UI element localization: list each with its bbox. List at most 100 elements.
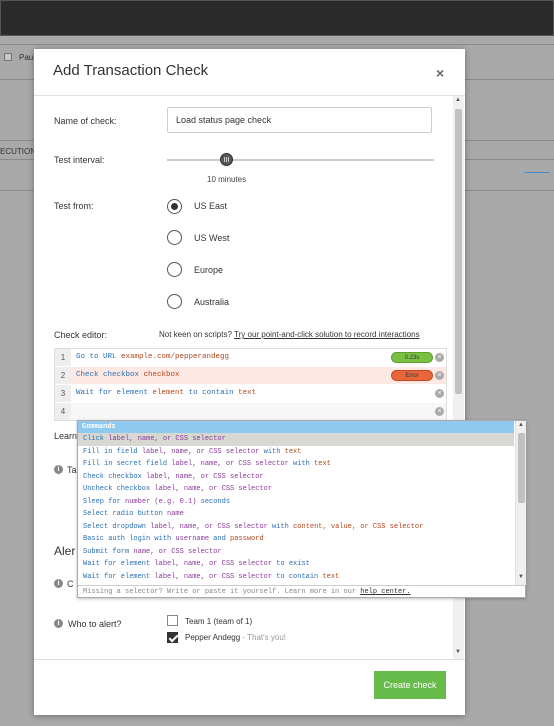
editor-line[interactable]: 1 Go to URL example.com/pepperandegg 0.2…: [55, 349, 446, 366]
autocomplete-item-command: Fill in secret field: [83, 460, 168, 468]
editor-line[interactable]: 2 Check checkbox checkbox Error ×: [55, 367, 446, 384]
remove-line-icon[interactable]: ×: [435, 371, 444, 380]
scroll-down-arrow-icon[interactable]: ▼: [455, 649, 461, 655]
autocomplete-item-arguments: label, name, or CSS selector: [154, 485, 273, 493]
close-icon[interactable]: ×: [436, 65, 444, 81]
line-number: 4: [55, 403, 71, 420]
autocomplete-item-command: Sleep for: [83, 497, 121, 506]
autocomplete-item-arguments: label, name, or CSS selector: [154, 572, 273, 581]
user-name: Pepper Andegg: [185, 633, 241, 642]
autocomplete-item-command: Submit form: [83, 547, 130, 556]
autocomplete-item-arguments: label, name, or CSS selector: [171, 460, 289, 468]
autocomplete-item-arguments: name, or CSS selector: [133, 547, 222, 556]
editor-note-text: Not keen on scripts?: [159, 330, 232, 339]
autocomplete-item-arguments: label, name, or CSS selector: [154, 560, 273, 568]
remove-line-icon[interactable]: ×: [435, 407, 444, 416]
autocomplete-item[interactable]: Fill in secret field label, name, or CSS…: [78, 458, 514, 471]
radio-us-west[interactable]: [167, 230, 182, 245]
line-number: 3: [55, 385, 71, 402]
check-script-editor[interactable]: 1 Go to URL example.com/pepperandegg 0.2…: [54, 348, 447, 421]
autocomplete-item-connector: seconds: [200, 497, 231, 506]
team-checkbox[interactable]: [167, 615, 178, 626]
scroll-down-arrow-icon[interactable]: ▼: [518, 574, 524, 580]
line-code[interactable]: Check checkbox checkbox: [76, 371, 180, 379]
autocomplete-item[interactable]: Wait for element label, name, or CSS sel…: [78, 558, 514, 571]
autocomplete-item-command: Wait for element: [83, 560, 151, 568]
autocomplete-header: Commands: [78, 421, 514, 433]
autocomplete-item-arguments: label, name, or CSS selector: [141, 447, 260, 456]
autocomplete-item[interactable]: Sleep for number (e.g. 0.1) seconds: [78, 496, 514, 509]
help-center-link[interactable]: help center.: [360, 588, 410, 596]
line-code[interactable]: Go to URL example.com/pepperandegg: [76, 353, 229, 361]
autocomplete-item[interactable]: Click label, name, or CSS selector: [78, 433, 514, 446]
autocomplete-item-argument: content, value, or CSS selector: [293, 522, 424, 531]
remove-line-icon[interactable]: ×: [435, 389, 444, 398]
point-and-click-link[interactable]: Try our point-and-click solution to reco…: [234, 330, 420, 339]
modal-title: Add Transaction Check: [53, 62, 209, 79]
autocomplete-item-argument: text: [314, 460, 331, 468]
autocomplete-item[interactable]: Check checkbox label, name, or CSS selec…: [78, 471, 514, 484]
autocomplete-item-command: Uncheck checkbox: [83, 485, 151, 493]
line-connector: to contain: [188, 389, 234, 397]
commands-autocomplete-dropdown: Commands Click label, name, or CSS selec…: [77, 420, 526, 598]
scroll-up-arrow-icon[interactable]: ▲: [518, 422, 524, 428]
line-command: Check checkbox: [76, 371, 140, 379]
footer-divider: [34, 659, 465, 660]
line-code[interactable]: Wait for element element to contain text: [76, 389, 256, 397]
editor-line-current[interactable]: 4 ×: [55, 403, 446, 420]
autocomplete-item[interactable]: Fill in field label, name, or CSS select…: [78, 446, 514, 459]
autocomplete-item[interactable]: Select radio button name: [78, 508, 514, 521]
radio-europe[interactable]: [167, 262, 182, 277]
remove-line-icon[interactable]: ×: [435, 353, 444, 362]
test-from-label: Test from:: [54, 201, 94, 211]
who-to-alert-label: Who to alert?: [68, 619, 122, 629]
name-label: Name of check:: [54, 116, 117, 126]
line-argument: checkbox: [143, 371, 180, 379]
autocomplete-item-command: Basic auth login with: [83, 535, 172, 543]
user-checkbox[interactable]: [167, 632, 178, 643]
radio-label-australia: Australia: [194, 297, 230, 307]
autocomplete-item-command: Select radio button: [83, 510, 163, 518]
autocomplete-item-command: Check checkbox: [83, 472, 142, 481]
autocomplete-item-connector: with: [263, 447, 281, 456]
line-status-badge: Error: [391, 370, 433, 381]
autocomplete-item-command: Select dropdown: [83, 522, 147, 531]
background-chart-line: [524, 172, 550, 173]
line-argument: example.com/pepperandegg: [121, 353, 230, 361]
background-checkbox: [4, 53, 12, 61]
line-number: 1: [55, 349, 71, 366]
autocomplete-item-arguments: name: [167, 510, 184, 518]
scrollbar-thumb[interactable]: [518, 433, 525, 503]
interval-slider-track[interactable]: [167, 159, 434, 161]
autocomplete-item[interactable]: Basic auth login with username and passw…: [78, 533, 514, 546]
autocomplete-scrollbar[interactable]: ▲ ▼: [515, 421, 526, 585]
editor-line[interactable]: 3 Wait for element element to contain te…: [55, 385, 446, 402]
radio-australia[interactable]: [167, 294, 182, 309]
create-check-button[interactable]: Create check: [374, 671, 446, 699]
add-transaction-check-modal: Add Transaction Check × ▲ ▼ Name of chec…: [34, 49, 465, 715]
option-label-fragment: Ta: [67, 465, 77, 475]
radio-us-east[interactable]: [167, 199, 182, 214]
line-argument: text: [238, 389, 257, 397]
line-argument: element: [152, 389, 185, 397]
autocomplete-item-command: Click: [83, 435, 105, 443]
info-icon: i: [54, 579, 63, 588]
scroll-up-arrow-icon[interactable]: ▲: [455, 97, 461, 103]
autocomplete-item[interactable]: Submit form name, or CSS selector: [78, 546, 514, 559]
check-editor-label: Check editor:: [54, 330, 108, 340]
autocomplete-item[interactable]: Wait for element label, name, or CSS sel…: [78, 571, 514, 584]
info-icon: i: [54, 619, 63, 628]
autocomplete-item-arguments: label, name, or CSS selector: [150, 522, 268, 531]
background-divider: [0, 44, 554, 45]
check-name-input[interactable]: [167, 107, 432, 133]
autocomplete-item[interactable]: Uncheck checkbox label, name, or CSS sel…: [78, 483, 514, 496]
line-command: Wait for element: [76, 389, 149, 397]
scrollbar-thumb[interactable]: [455, 109, 462, 394]
autocomplete-item[interactable]: Select dropdown label, name, or CSS sele…: [78, 521, 514, 534]
autocomplete-item-argument: password: [230, 535, 264, 543]
line-command: Go to URL: [76, 353, 117, 361]
autocomplete-item-connector: to exist: [276, 560, 310, 568]
alerts-heading-fragment: Aler: [54, 544, 76, 558]
interval-slider-handle[interactable]: [220, 153, 233, 166]
autocomplete-footer-text: Missing a selector? Write or paste it yo…: [83, 588, 357, 596]
